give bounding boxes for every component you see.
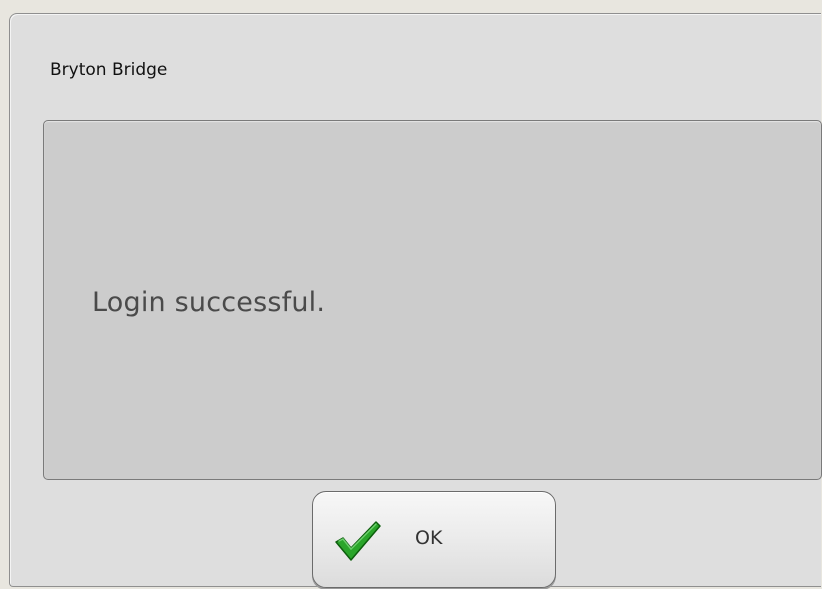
ok-button[interactable]: OK xyxy=(312,491,556,588)
checkmark-icon xyxy=(335,521,381,561)
message-text: Login successful. xyxy=(92,287,326,318)
ok-button-label: OK xyxy=(415,527,443,549)
dialog-title: Bryton Bridge xyxy=(50,60,168,80)
message-dialog: Bryton Bridge Login successful. OK xyxy=(9,13,822,588)
message-panel: Login successful. xyxy=(43,120,822,480)
